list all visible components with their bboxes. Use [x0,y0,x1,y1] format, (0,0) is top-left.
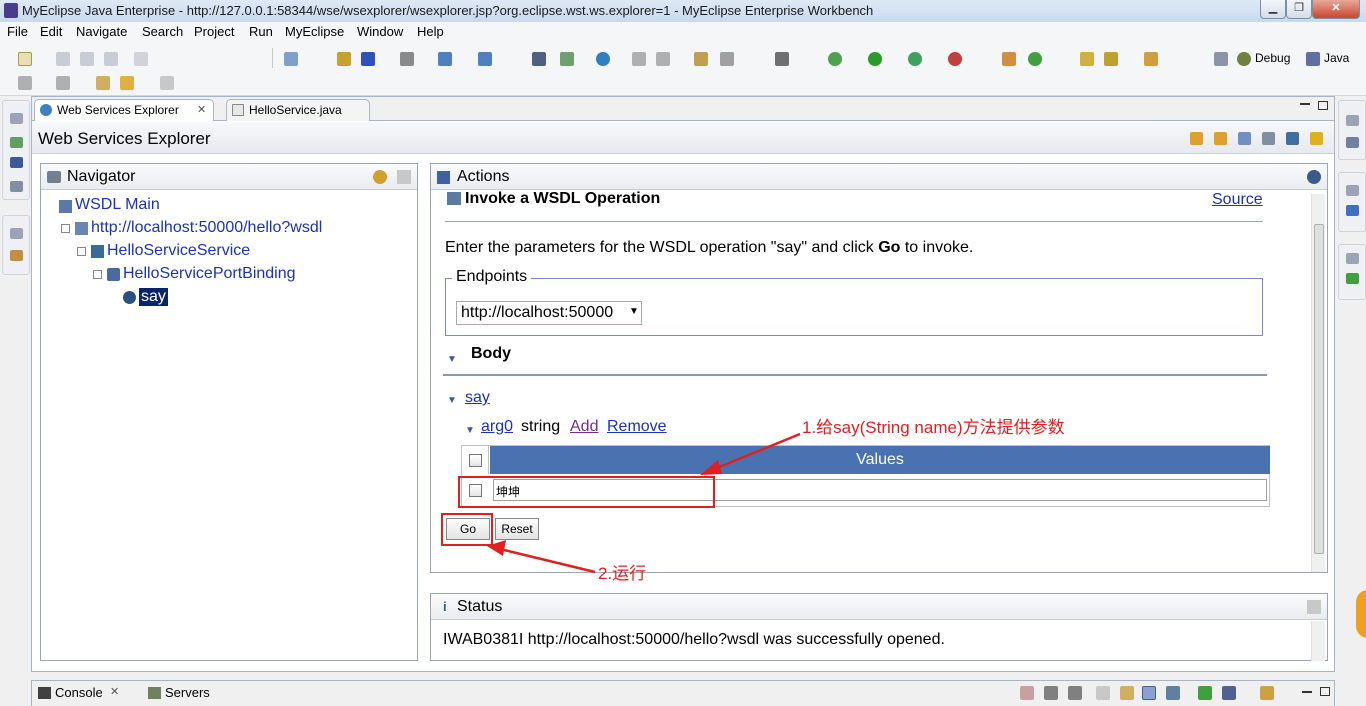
arrow-head-go [487,540,506,556]
minimize-view-icon[interactable] [1302,691,1312,693]
remove-launch-icon[interactable] [1044,686,1058,700]
servers-icon [148,687,161,699]
annotation-arrows [487,432,801,574]
annotation-step2: 2.运行 [598,564,647,583]
scroll-lock-icon[interactable] [1120,686,1134,700]
annotation-step1: 1.给say(String name)方法提供参数 [802,418,1065,437]
open-console-icon[interactable] [1222,686,1236,700]
new-console-icon[interactable] [1260,686,1274,700]
maximize-view-icon[interactable] [1320,687,1330,696]
word-wrap-icon[interactable] [1142,686,1156,700]
bottom-view-bar: Console ✕ Servers [31,680,1335,706]
floating-widget-icon[interactable] [1356,590,1366,638]
terminate-icon[interactable] [1020,686,1034,700]
pin-console-icon[interactable] [1166,686,1180,700]
console-icon [38,687,51,699]
tab-console[interactable]: Console [55,685,103,700]
display-console-icon[interactable] [1198,686,1212,700]
arrow-to-go [499,547,596,574]
remove-all-icon[interactable] [1068,686,1082,700]
arrow-head-param [700,460,722,475]
arrow-to-param [711,432,801,472]
clear-console-icon[interactable] [1096,686,1110,700]
close-console-icon[interactable]: ✕ [110,685,119,698]
tab-servers[interactable]: Servers [165,685,210,700]
